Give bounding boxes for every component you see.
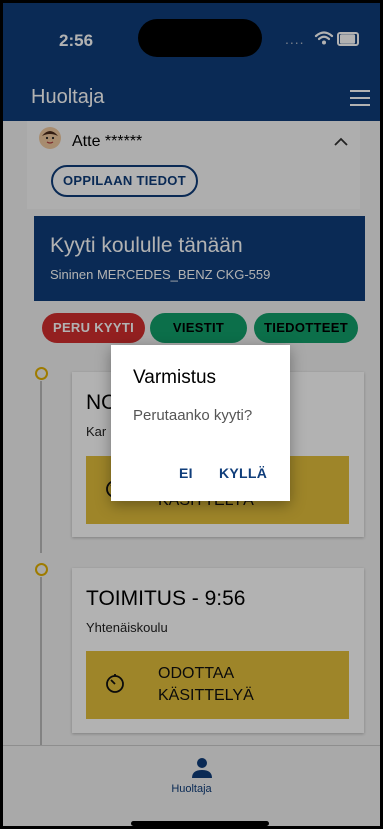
dialog-message: Perutaanko kyyti? (133, 407, 253, 424)
home-indicator (131, 821, 269, 826)
dialog-title: Varmistus (133, 367, 217, 388)
confirm-dialog: Varmistus Perutaanko kyyti? EI KYLLÄ (111, 345, 290, 501)
dialog-cancel-button[interactable]: EI (179, 465, 193, 481)
dialog-confirm-button[interactable]: KYLLÄ (219, 465, 267, 481)
phone-screen: 2:56 .... Huoltaja Atte ****** OPPILAAN … (0, 0, 383, 829)
